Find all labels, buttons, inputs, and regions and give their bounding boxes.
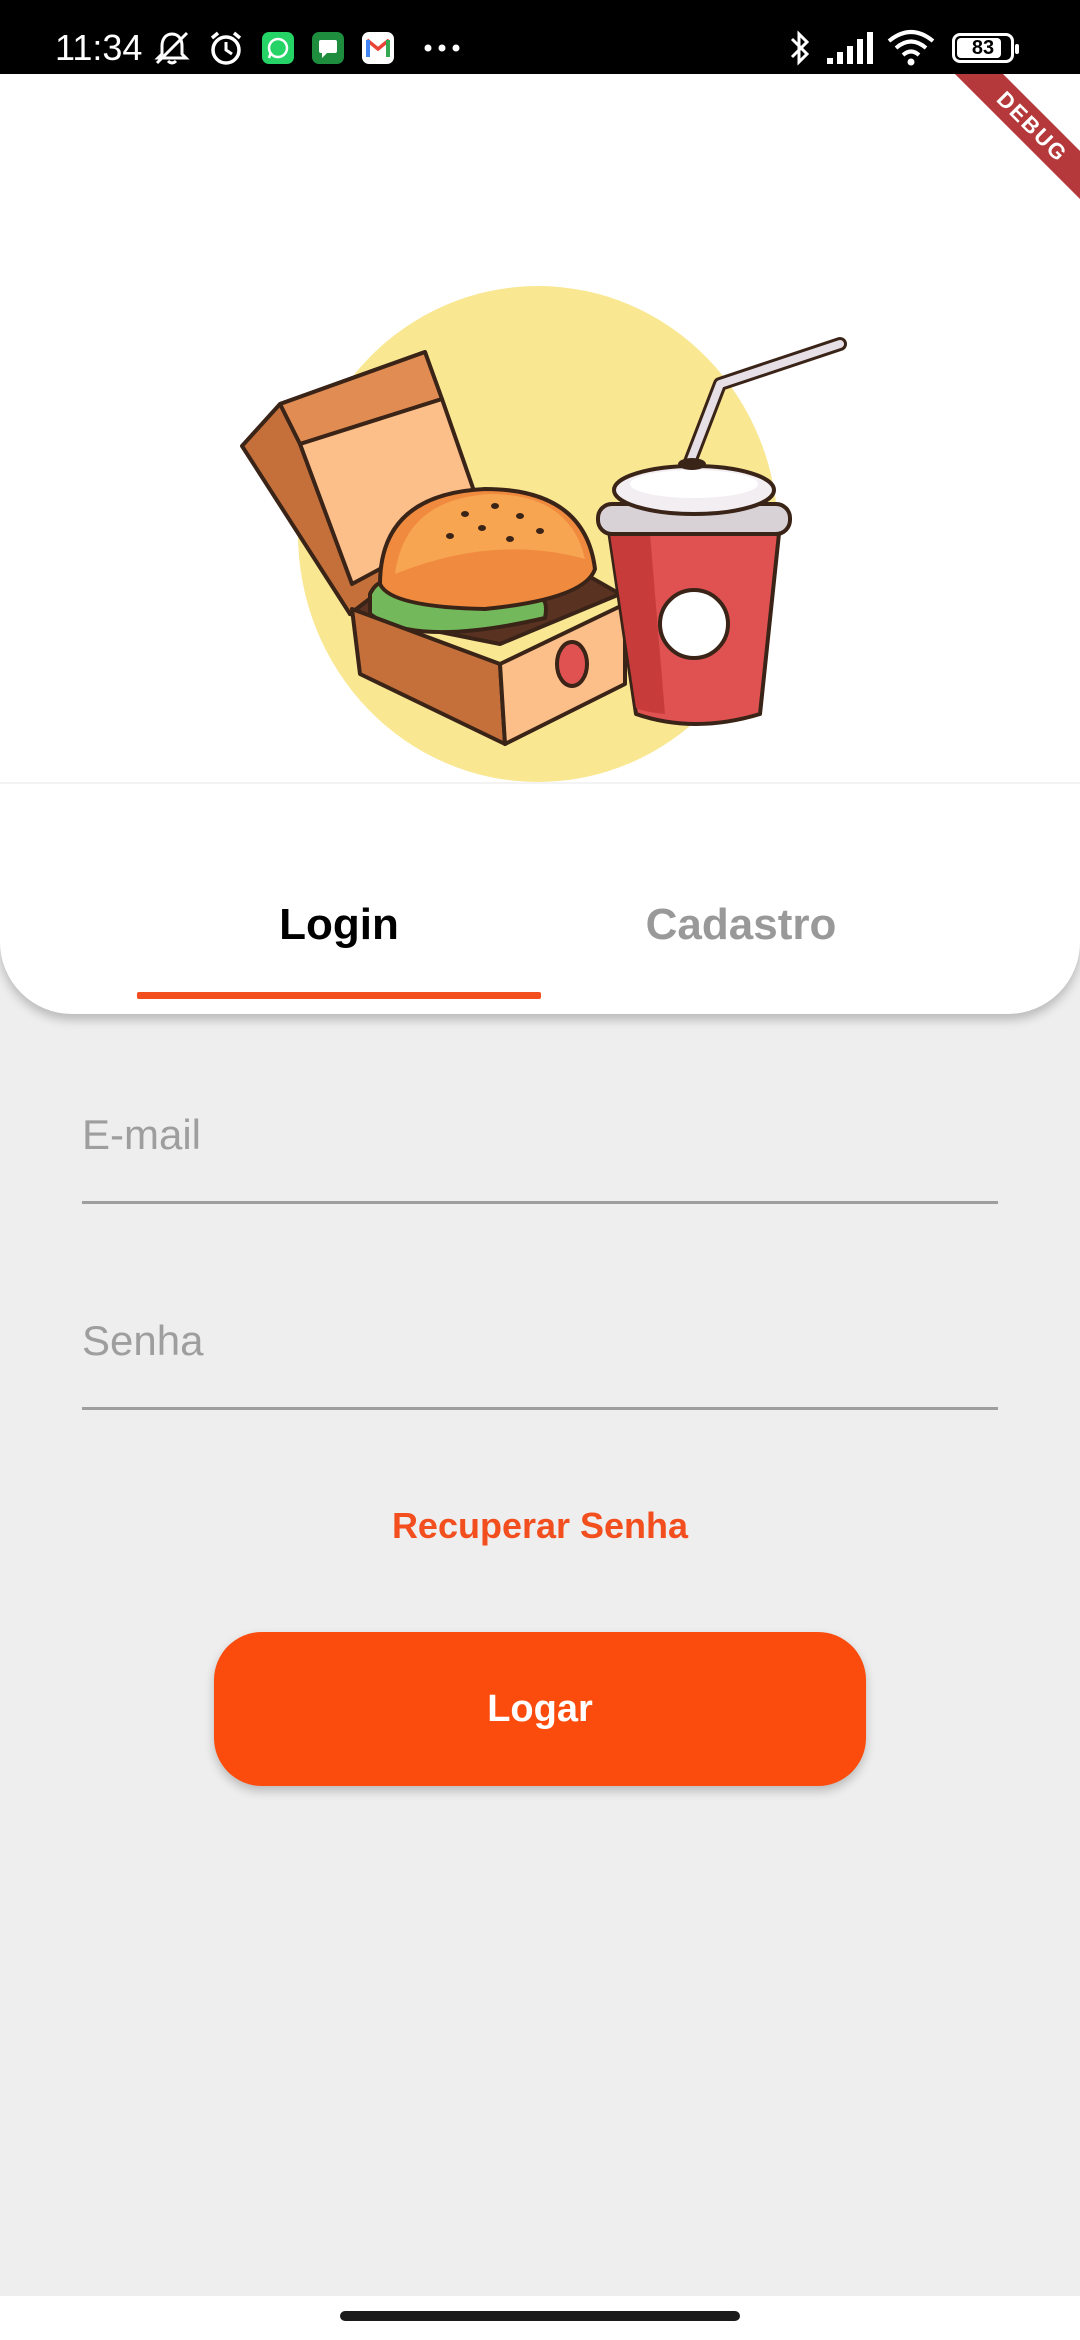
- tab-bar: Login Cadastro: [0, 860, 1080, 1010]
- home-indicator[interactable]: [340, 2311, 740, 2321]
- navigation-bar: [0, 2296, 1080, 2340]
- password-input[interactable]: [82, 1317, 998, 1365]
- tab-cadastro[interactable]: Cadastro: [539, 860, 943, 1010]
- login-button[interactable]: Logar: [214, 1632, 866, 1786]
- tab-login[interactable]: Login: [137, 860, 541, 1010]
- email-field-container: [82, 1094, 998, 1204]
- more-icon: [420, 26, 464, 70]
- messages-icon: [310, 26, 346, 70]
- recover-password-link[interactable]: Recuperar Senha: [0, 1505, 1080, 1547]
- mute-icon: [150, 26, 194, 70]
- card-divider: [0, 782, 1080, 784]
- tab-indicator: [137, 992, 541, 999]
- wifi-icon: [884, 26, 938, 70]
- debug-banner: DEBUG: [949, 74, 1080, 210]
- whatsapp-icon: [260, 26, 296, 70]
- battery-icon: 83: [948, 26, 1019, 70]
- email-input[interactable]: [82, 1111, 998, 1159]
- status-time: 11:34: [55, 27, 143, 68]
- signal-icon: [824, 26, 878, 70]
- gmail-icon: [360, 26, 396, 70]
- burger-box-and-soda-illustration: [220, 194, 860, 794]
- password-field-container: [82, 1300, 998, 1410]
- battery-level: 83: [971, 36, 995, 59]
- alarm-icon: [204, 26, 248, 70]
- bluetooth-icon: [780, 26, 820, 70]
